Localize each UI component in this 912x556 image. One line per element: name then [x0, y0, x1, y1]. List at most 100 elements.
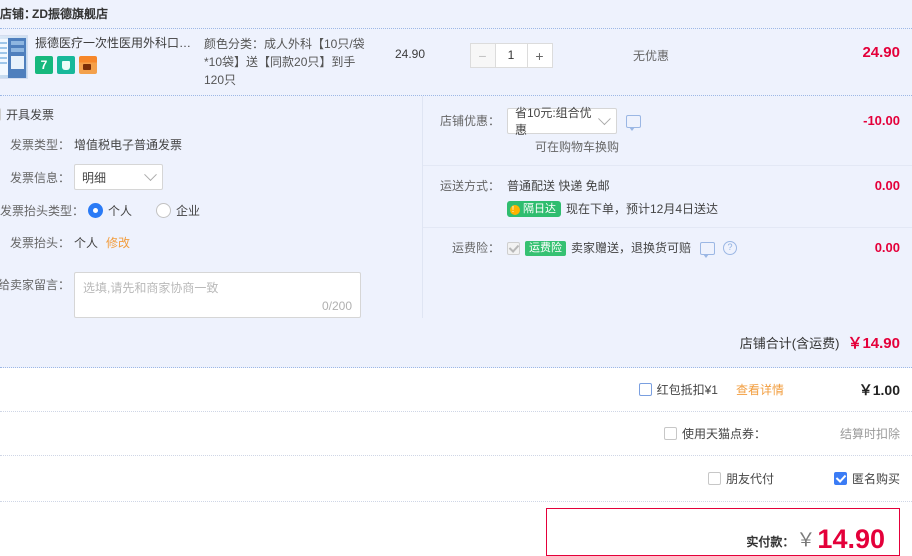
invoice-type-label: 发票类型： — [9, 137, 70, 152]
redbag-detail-link[interactable]: 查看详情 — [736, 381, 784, 398]
invoice-title-type-personal-option[interactable]: 个人 — [88, 202, 132, 219]
invoice-content-select[interactable]: 明细 — [74, 164, 163, 190]
divider-under-shop-total — [0, 367, 912, 368]
quantity-input[interactable]: 1 — [494, 43, 528, 68]
product-info: 振德医疗一次性医用外科口罩成... 7 — [28, 35, 200, 74]
next-day-delivery-badge: ！隔日达 — [507, 200, 561, 217]
shop-discount-select-value: 省10元:组合优惠 — [515, 106, 592, 137]
seller-message-placeholder: 选填,请先和商家协商一致 — [83, 281, 219, 295]
product-promo-text: 无优惠 — [632, 49, 669, 63]
shipping-label: 运送方式： — [439, 179, 500, 193]
product-thumbnail-wrap[interactable] — [0, 35, 28, 79]
redbag-label: 红包抵扣¥1 — [656, 383, 718, 397]
invoice-title-modify-link[interactable]: 修改 — [106, 234, 130, 251]
shop-total-row: 店铺合计(含运费) ￥14.90 — [0, 318, 912, 367]
shipping-amount: 0.00 — [874, 178, 900, 193]
invoice-title-value: 个人 — [74, 235, 99, 250]
radio-personal[interactable] — [88, 202, 103, 218]
shipping-row: 运送方式： 普通配送 快递 免邮 ！隔日达 现在下单，预计12月4日送达 0.0… — [423, 166, 912, 228]
freight-insurance-desc: 卖家赠送，退换货可赔 — [571, 241, 692, 255]
next-day-delivery-label: 隔日达 — [523, 202, 556, 215]
shop-total-label: 店铺合计(含运费) — [739, 336, 840, 351]
shipping-body: 普通配送 快递 免邮 ！隔日达 现在下单，预计12月4日送达 — [507, 178, 802, 217]
invoice-content-line: 发票信息： 明细 — [0, 164, 422, 190]
freight-insurance-row: 运费险： 运费险 卖家赠送，退换货可赔 ? 0.00 — [423, 228, 912, 266]
credit-card-icon — [79, 56, 97, 74]
product-line-total: 24.90 — [862, 44, 900, 61]
shop-discount-select[interactable]: 省10元:组合优惠 — [507, 106, 617, 137]
invoice-title-type-label: 发票抬头类型： — [0, 203, 84, 218]
order-detail-area: 开具发票 发票类型： 增值税电子普通发票 发票信息： 明细 发票抬头类型： 个人 — [0, 95, 912, 318]
final-payment-box: 实付款： ￥ 14.90 — [546, 508, 900, 556]
invoice-title-type-line: 发票抬头类型： 个人 企业 — [0, 198, 422, 222]
final-payment-label: 实付款： — [746, 535, 795, 549]
tmall-point-label: 使用天猫点券： — [681, 427, 766, 441]
redbag-row: 红包抵扣¥1 查看详情 ￥1.00 — [0, 368, 912, 412]
anonymous-purchase-label: 匿名购买 — [851, 472, 900, 486]
shop-discount-label: 店铺优惠： — [439, 114, 500, 128]
freight-insurance-amount: 0.00 — [874, 240, 900, 255]
redbag-toggle[interactable]: 红包抵扣¥1 — [638, 381, 718, 398]
product-spec: 颜色分类：成人外科【10只/袋*10袋】送【同款20只】到手120只 — [204, 37, 365, 87]
purchase-options-row: 朋友代付 匿名购买 — [0, 456, 912, 502]
invoice-title-label: 发票抬头： — [9, 235, 70, 250]
invoice-type-value: 增值税电子普通发票 — [74, 137, 183, 152]
invoice-title-type-company-option[interactable]: 企业 — [156, 202, 200, 219]
invoice-title-type-company-label: 企业 — [176, 203, 201, 218]
chevron-down-icon — [144, 167, 157, 181]
seller-message-counter: 0/200 — [321, 299, 352, 313]
chat-icon[interactable] — [626, 114, 641, 131]
freight-insurance-body: 运费险 卖家赠送，退换货可赔 ? — [507, 240, 802, 258]
quantity-decrease-button[interactable]: − — [469, 43, 495, 68]
quantity-increase-button[interactable]: + — [527, 43, 553, 68]
friend-pay-label: 朋友代付 — [725, 472, 774, 486]
shipping-eta-line: ！隔日达 现在下单，预计12月4日送达 — [507, 200, 802, 217]
question-icon[interactable]: ? — [723, 241, 738, 255]
freight-insurance-label: 运费险： — [451, 241, 500, 255]
shop-discount-note: 可在购物车换购 — [535, 140, 620, 154]
invoice-toggle-checkbox[interactable] — [0, 108, 1, 121]
redbag-checkbox[interactable] — [638, 383, 652, 396]
tmall-point-checkbox[interactable] — [663, 427, 677, 440]
tmall-point-note: 结算时扣除 — [839, 427, 900, 441]
shop-order-block: 店铺：ZD振德旗舰店 振德医疗一次性医用外科口罩成... 7 颜色分类：成人外科… — [0, 0, 912, 368]
shop-total-amount: ￥14.90 — [847, 335, 900, 352]
chat-icon[interactable] — [700, 241, 716, 258]
product-row: 振德医疗一次性医用外科口罩成... 7 颜色分类：成人外科【10只/袋*10袋】… — [0, 29, 912, 95]
anonymous-purchase-toggle[interactable]: 匿名购买 — [833, 470, 900, 487]
product-image-pack-art — [8, 38, 26, 78]
product-title[interactable]: 振德医疗一次性医用外科口罩成... — [35, 35, 200, 51]
shop-header: 店铺：ZD振德旗舰店 — [0, 0, 912, 28]
invoice-title-type-personal-label: 个人 — [108, 203, 133, 218]
seller-message-line: 给卖家留言： 选填,请先和商家协商一致 0/200 — [0, 272, 422, 318]
freight-insurance-checkbox[interactable] — [507, 241, 520, 255]
genuine-guarantee-icon — [57, 56, 75, 74]
friend-pay-checkbox[interactable] — [707, 472, 721, 485]
invoice-toggle[interactable]: 开具发票 — [0, 106, 422, 123]
final-payment-amount: 14.90 — [817, 524, 885, 554]
tmall-point-toggle[interactable]: 使用天猫点券： — [663, 425, 766, 442]
invoice-type-line: 发票类型： 增值税电子普通发票 — [0, 132, 422, 156]
currency-symbol: ￥ — [796, 530, 816, 551]
shop-label: 店铺： — [0, 7, 37, 21]
shipping-method-value[interactable]: 普通配送 快递 免邮 — [507, 178, 802, 194]
radio-company[interactable] — [156, 202, 172, 218]
invoice-panel: 开具发票 发票类型： 增值税电子普通发票 发票信息： 明细 发票抬头类型： 个人 — [0, 96, 422, 318]
redbag-amount: ￥1.00 — [858, 381, 900, 398]
order-options-panel: 店铺优惠： 省10元:组合优惠 可在购物车换购 -10.00 运送方式： 普通配… — [422, 96, 912, 318]
shop-discount-row: 店铺优惠： 省10元:组合优惠 可在购物车换购 -10.00 — [423, 96, 912, 166]
shop-name[interactable]: ZD振德旗舰店 — [32, 7, 108, 21]
product-unit-price: 24.90 — [394, 47, 426, 61]
invoice-title-line: 发票抬头： 个人 修改 — [0, 230, 422, 254]
seller-message-input[interactable]: 选填,请先和商家协商一致 0/200 — [74, 272, 361, 318]
product-badges: 7 — [35, 56, 200, 74]
shipping-eta-text: 现在下单，预计12月4日送达 — [566, 202, 719, 216]
exclamation-icon: ！ — [510, 204, 520, 215]
tmall-point-row: 使用天猫点券： 结算时扣除 — [0, 412, 912, 456]
product-image[interactable] — [0, 35, 28, 79]
anonymous-purchase-checkbox[interactable] — [833, 472, 847, 485]
friend-pay-toggle[interactable]: 朋友代付 — [707, 470, 774, 487]
invoice-toggle-label: 开具发票 — [6, 108, 55, 122]
seller-message-label: 给卖家留言： — [0, 278, 70, 292]
seven-day-return-icon: 7 — [35, 56, 53, 74]
